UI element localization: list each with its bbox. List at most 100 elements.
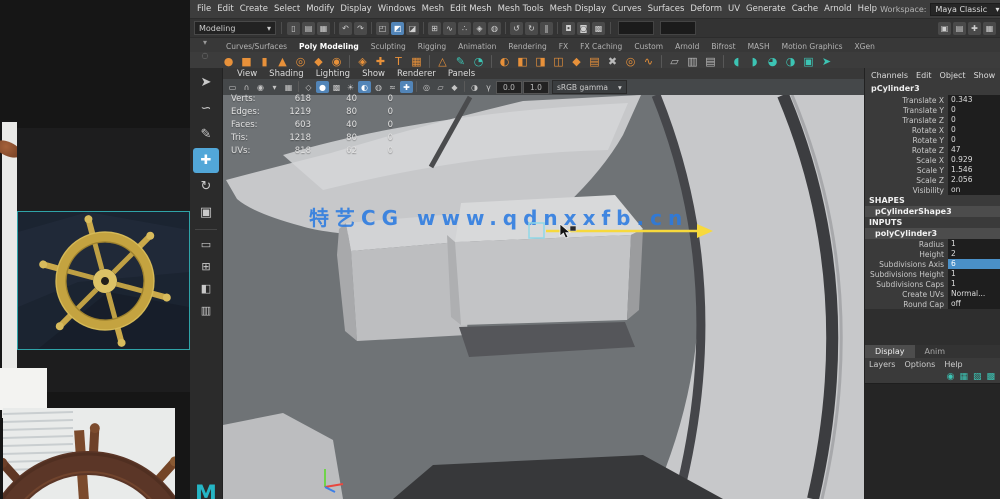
grab-brush-icon[interactable]: ◕ [764, 53, 781, 69]
shape-node-name[interactable]: pCylinderShape3 [865, 206, 1000, 217]
type-tool-icon[interactable]: T [390, 53, 407, 69]
layer-menu-item[interactable]: Layers [869, 360, 895, 369]
channel-label[interactable]: Scale Z [865, 176, 948, 185]
shelf-tab[interactable]: Curves/Surfaces [220, 41, 293, 52]
camera-attributes-icon[interactable]: ◉ [254, 81, 267, 93]
menu-item[interactable]: Mesh [419, 4, 447, 14]
select-camera-icon[interactable]: ▭ [226, 81, 239, 93]
channel-label[interactable]: Scale Y [865, 166, 948, 175]
menu-item[interactable]: Surfaces [645, 4, 688, 14]
ipr-render-icon[interactable]: ◙ [577, 21, 590, 35]
select-hierarchy-icon[interactable]: ◰ [376, 21, 389, 35]
attribute-label[interactable]: Radius [865, 240, 948, 249]
input-field-absolute[interactable] [618, 21, 654, 35]
shelf-tab[interactable]: Bifrost [705, 41, 741, 52]
quad-draw-icon[interactable]: ▱ [666, 53, 683, 69]
modeling-toolkit-icon[interactable]: ▣ [938, 21, 951, 35]
joints-xray-icon[interactable]: ◆ [448, 81, 461, 93]
menu-item[interactable]: UV [725, 4, 743, 14]
save-scene-icon[interactable]: ▦ [317, 21, 330, 35]
channel-value-field[interactable]: 0.929 [948, 155, 1000, 165]
combine-icon[interactable]: ◧ [514, 53, 531, 69]
attribute-value-field[interactable]: 6 [948, 259, 1000, 269]
attribute-label[interactable]: Create UVs [865, 290, 948, 299]
menu-item[interactable]: Mesh Tools [495, 4, 547, 14]
attribute-value-field[interactable]: 1 [948, 239, 1000, 249]
attribute-label[interactable]: Height [865, 250, 948, 259]
extrude-icon[interactable]: ◫ [550, 53, 567, 69]
layer-tab[interactable]: Anim [915, 345, 956, 358]
menu-item[interactable]: Help [855, 4, 880, 14]
render-settings-icon[interactable]: ▩ [592, 21, 605, 35]
poly-sphere-icon[interactable]: ● [220, 53, 237, 69]
channel-label[interactable]: Rotate Z [865, 146, 948, 155]
shelf-tab[interactable]: Sculpting [365, 41, 412, 52]
target-weld-icon[interactable]: ◎ [622, 53, 639, 69]
construction-plane-icon[interactable]: △ [434, 53, 451, 69]
shelf-tab[interactable]: Motion Graphics [776, 41, 849, 52]
attribute-label[interactable]: Round Cap [865, 300, 948, 309]
exposure-field[interactable]: 0.0 [496, 80, 522, 94]
split-pane-layout-button[interactable]: ◧ [193, 278, 219, 299]
channel-value-field[interactable]: 0 [948, 135, 1000, 145]
workspace-dropdown[interactable]: Maya Classic ▾ [930, 2, 1000, 16]
poly-cylinder-icon[interactable]: ▮ [256, 53, 273, 69]
new-layer-from-selected-icon[interactable]: ▧ [973, 372, 982, 382]
channel-value-field[interactable]: 1.546 [948, 165, 1000, 175]
channel-box-menu-item[interactable]: Channels [867, 71, 912, 80]
layer-menu-item[interactable]: Help [944, 360, 962, 369]
shelf-tab[interactable]: Rendering [502, 41, 552, 52]
textured-icon[interactable]: ▩ [330, 81, 343, 93]
layer-list-area[interactable] [865, 383, 1000, 499]
shelf-tab[interactable]: Arnold [669, 41, 705, 52]
channel-label[interactable]: Visibility [865, 186, 948, 195]
make-live-icon[interactable]: ◍ [488, 21, 501, 35]
menu-item[interactable]: File [194, 4, 214, 14]
channel-label[interactable]: Translate Y [865, 106, 948, 115]
select-component-icon[interactable]: ◪ [406, 21, 419, 35]
undo-icon[interactable]: ↶ [339, 21, 352, 35]
poly-cube-icon[interactable]: ■ [238, 53, 255, 69]
channel-value-field[interactable]: 0 [948, 115, 1000, 125]
input-field-relative[interactable] [660, 21, 696, 35]
attribute-editor-icon[interactable]: ▤ [953, 21, 966, 35]
selected-object-name[interactable]: pCylinder3 [865, 82, 1000, 95]
channel-value-field[interactable]: 0.343 [948, 95, 1000, 105]
poly-plane-icon[interactable]: ◆ [310, 53, 327, 69]
channel-label[interactable]: Scale X [865, 156, 948, 165]
channel-value-field[interactable]: on [948, 185, 1000, 195]
new-scene-icon[interactable]: ▯ [287, 21, 300, 35]
channel-value-field[interactable]: 0 [948, 105, 1000, 115]
layer-menu-item[interactable]: Options [904, 360, 935, 369]
channel-label[interactable]: Rotate Y [865, 136, 948, 145]
shelf-tab[interactable]: Custom [628, 41, 669, 52]
panel-menu-item[interactable]: Panels [442, 69, 481, 79]
lock-camera-icon[interactable]: ∩ [240, 81, 253, 93]
menu-item[interactable]: Windows [375, 4, 419, 14]
paint-effects-icon[interactable]: ✎ [452, 53, 469, 69]
channel-label[interactable]: Translate X [865, 96, 948, 105]
channel-box-menu-item[interactable]: Object [936, 71, 970, 80]
panel-menu-item[interactable]: Show [356, 69, 391, 79]
smooth-brush-icon[interactable]: ◗ [746, 53, 763, 69]
xray-icon[interactable]: ▱ [434, 81, 447, 93]
menu-item[interactable]: Modify [303, 4, 337, 14]
gamma-icon[interactable]: γ [482, 81, 495, 93]
snap-curve-icon[interactable]: ∿ [443, 21, 456, 35]
attribute-value-field[interactable]: off [948, 299, 1000, 309]
menu-item[interactable]: Curves [609, 4, 645, 14]
channel-box-menu-item[interactable]: Edit [912, 71, 936, 80]
channel-value-field[interactable]: 0 [948, 125, 1000, 135]
attribute-label[interactable]: Subdivisions Height [865, 270, 948, 279]
shelf-tab[interactable]: Rigging [412, 41, 452, 52]
input-node-name[interactable]: polyCylinder3 [865, 228, 1000, 239]
snap-grid-icon[interactable]: ⊞ [428, 21, 441, 35]
shelf-tab[interactable]: FX Caching [574, 41, 628, 52]
panel-menu-item[interactable]: View [231, 69, 263, 79]
menu-item[interactable]: Display [337, 4, 374, 14]
tool-settings-icon[interactable]: ✚ [968, 21, 981, 35]
new-empty-layer-icon[interactable]: ▦ [959, 372, 968, 382]
multi-cut-icon[interactable]: ✖ [604, 53, 621, 69]
render-icon[interactable]: ◘ [562, 21, 575, 35]
menu-item[interactable]: Edit Mesh [447, 4, 495, 14]
